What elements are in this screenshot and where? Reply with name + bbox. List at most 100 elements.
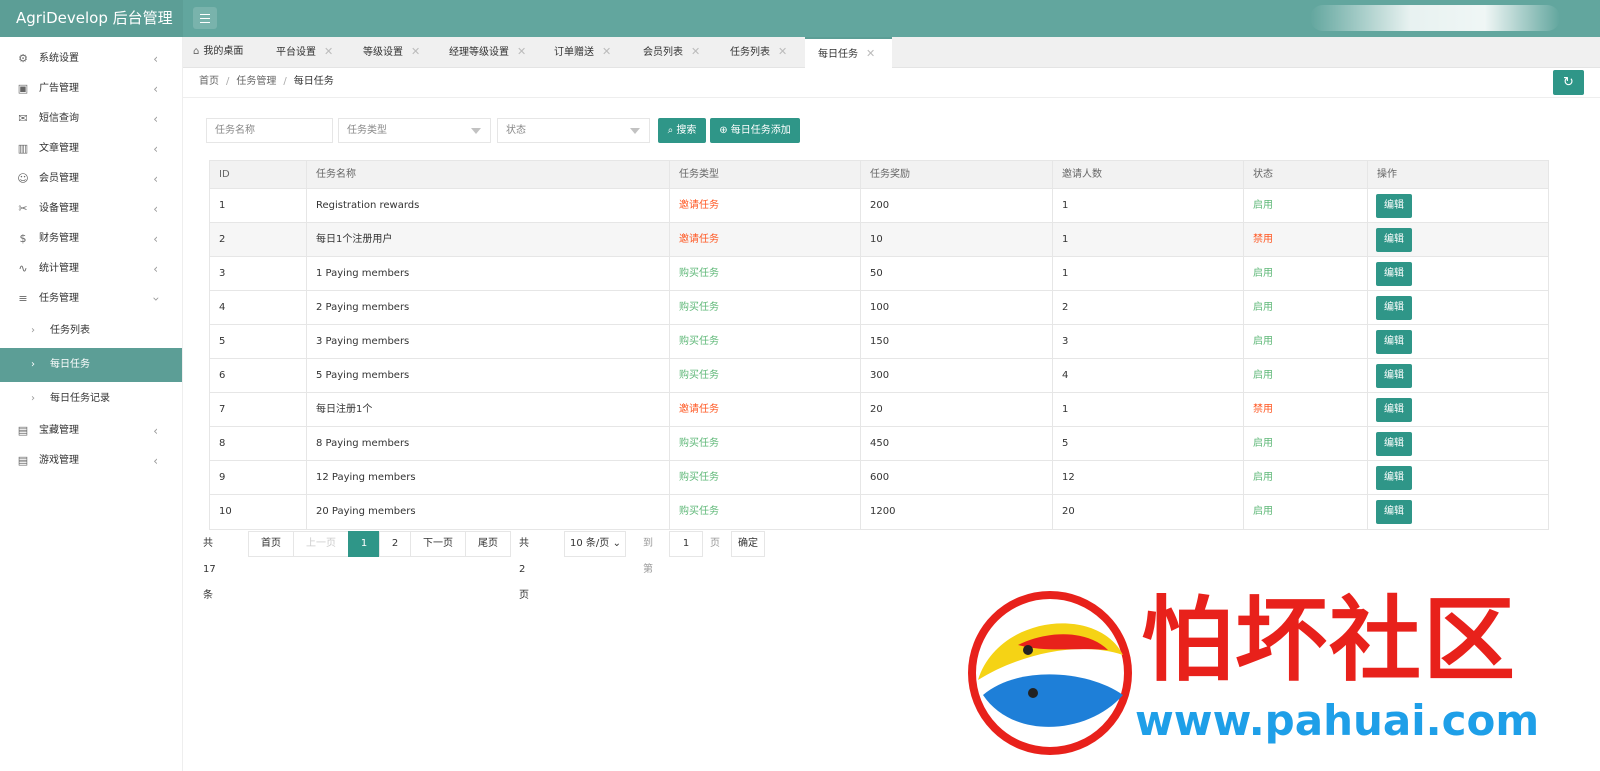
- table-row: 1 Registration rewards 邀请任务 200 1 启用 编辑: [210, 189, 1548, 223]
- refresh-button[interactable]: ↻: [1553, 70, 1584, 95]
- sidebar: ⚙ 系统设置 ‹ ▣ 广告管理 ‹ ✉ 短信查询 ‹ ▥ 文章管理 ‹ ☺ 会员管理 ‹ ✂ 设备管理…: [0, 37, 183, 771]
- tab-manager-level-settings[interactable]: 经理等级设置 ✕: [449, 37, 526, 68]
- cell-actions: 编辑: [1367, 461, 1549, 494]
- tab-level-settings[interactable]: 等级设置 ✕: [363, 37, 420, 68]
- tab-label: 经理等级设置: [449, 47, 509, 58]
- cell-name: 每日1个注册用户: [306, 223, 669, 256]
- edit-button[interactable]: 编辑: [1376, 330, 1412, 354]
- last-page-button[interactable]: 尾页: [465, 531, 511, 557]
- sidebar-item-stats[interactable]: ∿ 统计管理 ‹: [0, 254, 182, 284]
- prev-page-button[interactable]: 上一页: [293, 531, 349, 557]
- close-icon[interactable]: ✕: [411, 45, 420, 58]
- caret-down-icon: [471, 128, 481, 134]
- goto-page-input[interactable]: 1: [669, 531, 703, 557]
- cell-reward: 150: [860, 325, 1052, 358]
- close-icon[interactable]: ✕: [517, 45, 526, 58]
- sidebar-item-label: 设备管理: [39, 203, 79, 214]
- close-icon[interactable]: ✕: [324, 45, 333, 58]
- sidebar-item-label: 财务管理: [39, 233, 79, 244]
- header-name: 任务名称: [306, 161, 669, 188]
- cell-name: Registration rewards: [306, 189, 669, 222]
- sidebar-item-articles[interactable]: ▥ 文章管理 ‹: [0, 134, 182, 164]
- edit-button[interactable]: 编辑: [1376, 466, 1412, 490]
- sidebar-subitem-daily-task[interactable]: › 每日任务: [0, 348, 182, 382]
- cell-status: 启用: [1243, 427, 1367, 460]
- cell-id: 4: [219, 302, 226, 313]
- cell-reward: 50: [860, 257, 1052, 290]
- next-page-button[interactable]: 下一页: [410, 531, 466, 557]
- menu-toggle-button[interactable]: [193, 7, 217, 29]
- breadcrumb-section[interactable]: 任务管理: [236, 76, 276, 87]
- tab-order-gift[interactable]: 订单赠送 ✕: [554, 37, 611, 68]
- search-button-label: 搜索: [676, 125, 697, 136]
- sidebar-subitem-task-list[interactable]: › 任务列表: [0, 314, 182, 348]
- sidebar-item-label: 任务管理: [39, 293, 79, 304]
- cell-status: 启用: [1243, 495, 1367, 529]
- search-button[interactable]: ⌕ 搜索: [658, 118, 706, 143]
- first-page-button[interactable]: 首页: [248, 531, 294, 557]
- sidebar-item-finance[interactable]: $ 财务管理 ‹: [0, 224, 182, 254]
- sidebar-item-system[interactable]: ⚙ 系统设置 ‹: [0, 44, 182, 74]
- cell-actions: 编辑: [1367, 427, 1549, 460]
- sidebar-item-treasure[interactable]: ▤ 宝藏管理 ‹: [0, 416, 182, 446]
- per-page-select[interactable]: 10 条/页 ⌄: [564, 531, 626, 557]
- tab-label: 会员列表: [643, 47, 683, 58]
- header-decoration: [1310, 5, 1560, 31]
- home-icon: ⌂: [193, 46, 200, 57]
- tab-platform-settings[interactable]: 平台设置 ✕: [276, 37, 333, 68]
- chevron-down-icon: ⌄: [612, 538, 621, 549]
- cell-actions: 编辑: [1367, 325, 1549, 358]
- sidebar-item-label: 每日任务记录: [50, 393, 110, 404]
- sidebar-item-sms[interactable]: ✉ 短信查询 ‹: [0, 104, 182, 134]
- cell-invites: 1: [1052, 189, 1243, 222]
- sidebar-item-members[interactable]: ☺ 会员管理 ‹: [0, 164, 182, 194]
- cell-name: 2 Paying members: [306, 291, 669, 324]
- edit-button[interactable]: 编辑: [1376, 228, 1412, 252]
- status-select[interactable]: 状态: [497, 118, 650, 143]
- sidebar-item-games[interactable]: ▤ 游戏管理 ‹: [0, 446, 182, 476]
- tab-task-list[interactable]: 任务列表 ✕: [730, 37, 787, 68]
- table-row: 5 3 Paying members 购买任务 150 3 启用 编辑: [210, 325, 1548, 359]
- cell-id: 1: [219, 200, 226, 211]
- tab-label: 订单赠送: [554, 47, 594, 58]
- gift-icon: ▤: [17, 424, 29, 437]
- chevron-right-icon: ›: [31, 359, 35, 370]
- edit-button[interactable]: 编辑: [1376, 432, 1412, 456]
- cell-id: 6: [219, 370, 226, 381]
- breadcrumb-home[interactable]: 首页: [199, 76, 219, 87]
- task-type-select[interactable]: 任务类型: [338, 118, 491, 143]
- goto-label: 到第: [643, 538, 653, 575]
- edit-button[interactable]: 编辑: [1376, 364, 1412, 388]
- page-2-button[interactable]: 2: [379, 531, 411, 557]
- sidebar-item-ads[interactable]: ▣ 广告管理 ‹: [0, 74, 182, 104]
- sidebar-subitem-daily-task-record[interactable]: › 每日任务记录: [0, 382, 182, 416]
- add-daily-task-button[interactable]: ⊕ 每日任务添加: [710, 118, 800, 143]
- goto-confirm-button[interactable]: 确定: [731, 531, 765, 557]
- cell-type: 购买任务: [669, 257, 860, 290]
- edit-button[interactable]: 编辑: [1376, 194, 1412, 218]
- dollar-icon: $: [19, 232, 27, 245]
- close-icon[interactable]: ✕: [778, 45, 787, 58]
- tab-daily-task[interactable]: 每日任务 ✕: [805, 37, 892, 68]
- edit-button[interactable]: 编辑: [1376, 296, 1412, 320]
- edit-button[interactable]: 编辑: [1376, 262, 1412, 286]
- task-name-input[interactable]: 任务名称: [206, 118, 333, 143]
- sidebar-item-label: 文章管理: [39, 143, 79, 154]
- close-icon[interactable]: ✕: [602, 45, 611, 58]
- sidebar-item-label: 系统设置: [39, 53, 79, 64]
- status-placeholder: 状态: [506, 125, 526, 136]
- page-1-button[interactable]: 1: [348, 531, 380, 557]
- tab-desktop[interactable]: ⌂ 我的桌面: [193, 37, 243, 68]
- sidebar-item-label: 宝藏管理: [39, 425, 79, 436]
- close-icon[interactable]: ✕: [866, 47, 875, 60]
- close-icon[interactable]: ✕: [691, 45, 700, 58]
- breadcrumb-separator: /: [226, 76, 230, 87]
- sidebar-item-devices[interactable]: ✂ 设备管理 ‹: [0, 194, 182, 224]
- edit-button[interactable]: 编辑: [1376, 398, 1412, 422]
- tab-member-list[interactable]: 会员列表 ✕: [643, 37, 700, 68]
- edit-button[interactable]: 编辑: [1376, 500, 1412, 524]
- cell-type: 邀请任务: [669, 223, 860, 256]
- chevron-left-icon: ‹: [153, 112, 158, 126]
- tab-bar: ⌂ 我的桌面 平台设置 ✕ 等级设置 ✕ 经理等级设置 ✕ 订单赠送 ✕ 会员列表 ✕ 任务…: [183, 37, 1600, 68]
- sidebar-item-tasks[interactable]: ≡ 任务管理 ‹: [0, 284, 182, 314]
